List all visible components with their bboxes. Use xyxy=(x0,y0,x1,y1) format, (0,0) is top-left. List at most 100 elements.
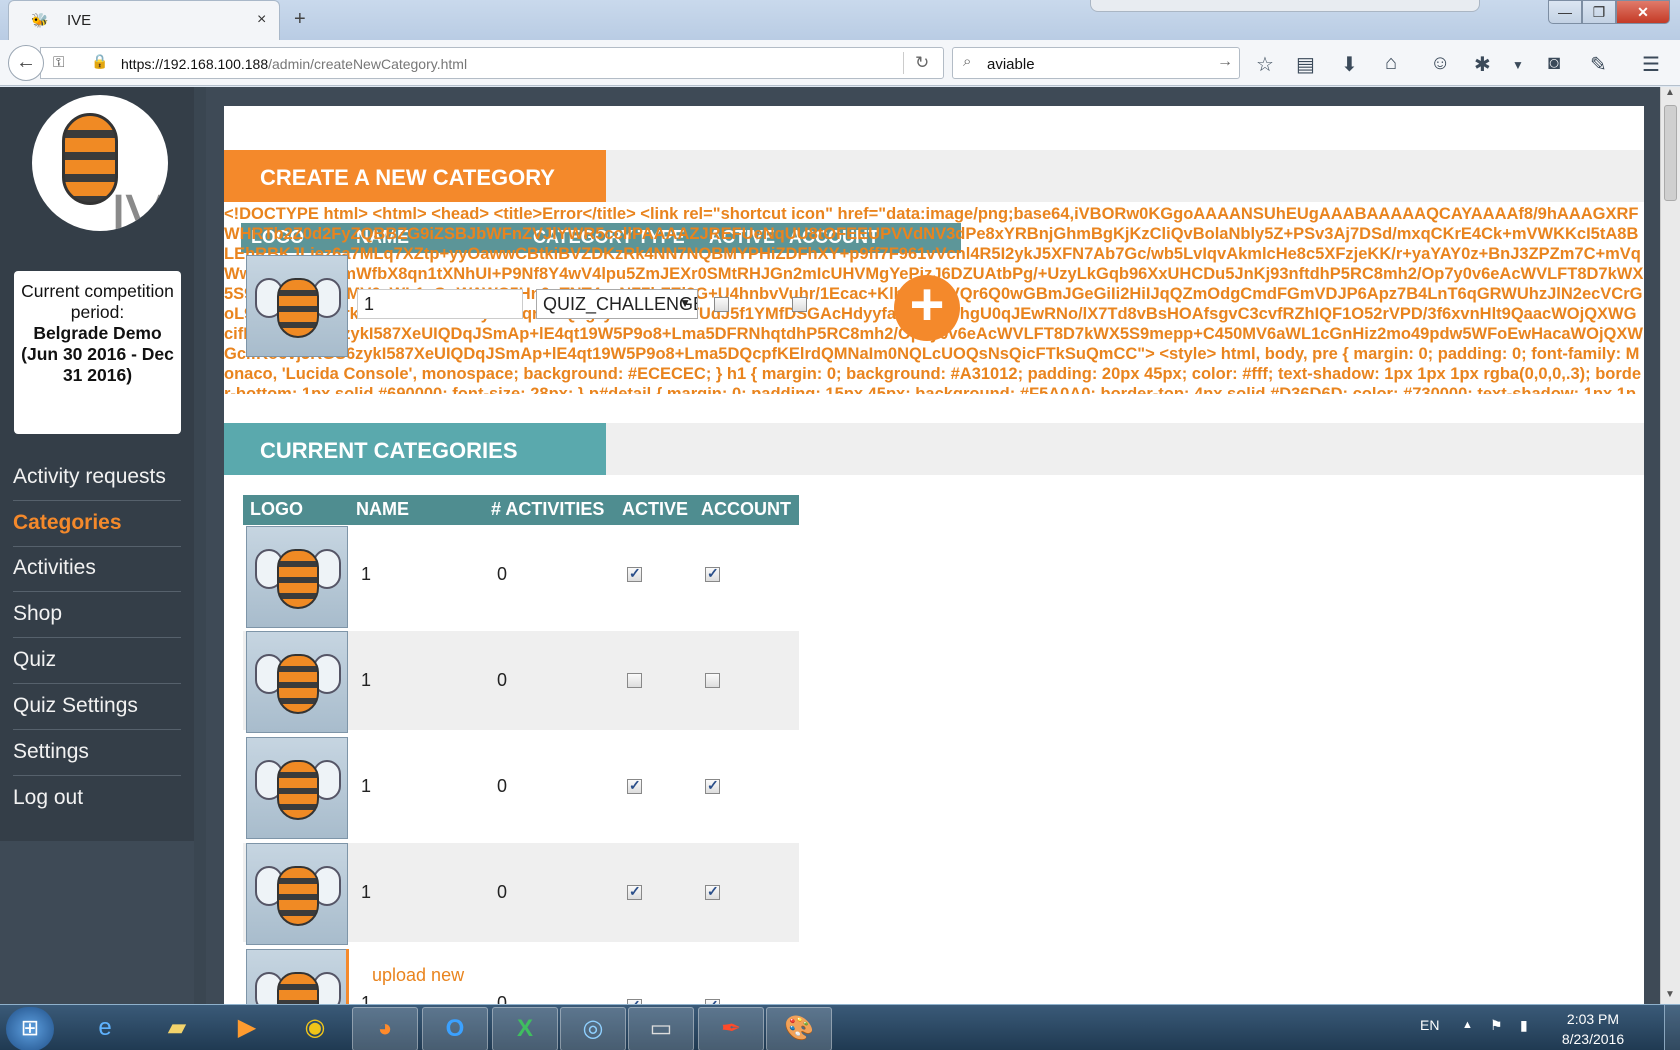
bee-icon xyxy=(277,654,319,714)
col-name: NAME xyxy=(356,499,409,519)
file-explorer-icon[interactable]: ▰ xyxy=(144,1007,210,1050)
nav-activities[interactable]: Activities xyxy=(13,547,181,592)
search-go-icon[interactable]: → xyxy=(1217,53,1233,71)
window-titlebar: 🐝 IVE × + — ❐ ✕ xyxy=(0,0,1680,40)
table-row[interactable]: 1 0 xyxy=(243,843,799,945)
scroll-up-icon[interactable]: ▲ xyxy=(1665,87,1675,98)
url-host: https://192.168.100.188 xyxy=(121,56,269,72)
nav-shop[interactable]: Shop xyxy=(13,593,181,638)
category-type-select[interactable]: QUIZ_CHALLENGE ▼ xyxy=(536,289,698,319)
category-name-input[interactable]: 1 xyxy=(357,289,523,319)
activities-count: 0 xyxy=(497,993,508,1004)
address-bar[interactable]: ⚿ 🔒 https://192.168.100.188/admin/create… xyxy=(40,47,944,79)
media-player-icon[interactable]: ▶ xyxy=(214,1007,280,1050)
category-name: 1 xyxy=(361,882,372,902)
clock-time: 2:03 PM xyxy=(1566,1011,1620,1027)
addon-icon[interactable]: ✎ xyxy=(1590,52,1607,77)
new-account-checkbox[interactable] xyxy=(792,297,807,312)
category-logo-image[interactable] xyxy=(246,843,348,945)
taskbar-clock[interactable]: 2:03 PM 8/23/2016 xyxy=(1548,1009,1638,1049)
nav-activity-requests[interactable]: Activity requests xyxy=(13,456,181,501)
command-prompt-icon[interactable]: ▭ xyxy=(628,1007,694,1050)
account-checkbox[interactable] xyxy=(705,565,720,582)
reload-icon[interactable]: ↻ xyxy=(915,53,929,73)
category-name: 1 xyxy=(361,776,372,796)
tab-close-icon[interactable]: × xyxy=(257,11,266,29)
new-active-checkbox[interactable] xyxy=(714,297,729,312)
active-checkbox[interactable] xyxy=(627,777,642,794)
competition-period-card: Current competition period: Belgrade Dem… xyxy=(14,271,181,434)
category-name: 1 xyxy=(361,993,372,1004)
app-logo[interactable]: IVE xyxy=(32,95,168,231)
category-logo-image[interactable] xyxy=(246,631,348,733)
upload-new-link[interactable]: upload new xyxy=(372,965,464,986)
add-category-button[interactable]: + xyxy=(894,275,960,341)
category-logo-image[interactable] xyxy=(246,526,348,628)
account-checkbox[interactable] xyxy=(705,777,720,794)
page-scrollbar[interactable]: ▲ ▼ xyxy=(1660,87,1680,1004)
search-input[interactable]: ⌕ aviable → xyxy=(952,47,1240,79)
active-checkbox[interactable] xyxy=(627,673,642,688)
table-row[interactable]: 1 0 xyxy=(243,525,799,628)
tray-expand-icon[interactable]: ▲ xyxy=(1462,1019,1473,1031)
categories-table-header: LOGO NAME # ACTIVITIES ACTIVE ACCOUNT xyxy=(243,495,799,525)
table-row[interactable]: 1 0 xyxy=(243,737,799,839)
network-icon[interactable]: ▮ xyxy=(1520,1017,1528,1034)
url-text[interactable]: https://192.168.100.188/admin/createNewC… xyxy=(121,56,467,72)
new-tab-button[interactable]: + xyxy=(294,8,306,31)
activities-count: 0 xyxy=(497,776,508,796)
sidebar: IVE Current competition period: Belgrade… xyxy=(0,87,194,841)
scrollbar-thumb[interactable] xyxy=(1664,105,1677,201)
scroll-down-icon[interactable]: ▼ xyxy=(1665,989,1675,1000)
nav-quiz[interactable]: Quiz xyxy=(13,639,181,684)
clock-date: 8/23/2016 xyxy=(1561,1031,1625,1047)
language-indicator[interactable]: EN xyxy=(1420,1017,1439,1033)
category-logo-image[interactable] xyxy=(246,949,348,1004)
menu-icon[interactable]: ☰ xyxy=(1642,52,1660,77)
new-category-logo-image[interactable] xyxy=(246,255,348,357)
pocket-icon[interactable]: ◙ xyxy=(1548,52,1560,75)
address-divider xyxy=(903,52,904,74)
chevron-down-icon[interactable]: ▼ xyxy=(1512,58,1524,72)
smiley-icon[interactable]: ☺ xyxy=(1430,52,1450,75)
start-button[interactable]: ⊞ xyxy=(6,1007,54,1050)
reading-list-icon[interactable]: ▤ xyxy=(1296,52,1315,77)
extension-bug-icon[interactable]: ✱ xyxy=(1474,52,1491,77)
page-viewport: IVE Current competition period: Belgrade… xyxy=(0,87,1680,1004)
home-icon[interactable]: ⌂ xyxy=(1385,52,1397,75)
active-checkbox[interactable] xyxy=(627,883,642,900)
bee-icon xyxy=(277,760,319,820)
navigation-toolbar: ⚿ 🔒 https://192.168.100.188/admin/create… xyxy=(0,40,1680,86)
lock-icon[interactable]: 🔒 xyxy=(91,53,108,70)
internet-explorer-icon[interactable]: e xyxy=(72,1007,138,1050)
nav-categories[interactable]: Categories xyxy=(13,502,181,547)
table-row-partial[interactable]: 1 0 xyxy=(243,949,799,1004)
active-checkbox[interactable] xyxy=(627,565,642,582)
remote-app-icon[interactable]: ◎ xyxy=(560,1007,626,1050)
paint-icon[interactable]: 🎨 xyxy=(766,1007,832,1050)
back-button[interactable]: ← xyxy=(8,45,44,81)
feather-app-icon[interactable]: ✒ xyxy=(698,1007,764,1050)
show-desktop-button[interactable] xyxy=(1664,1005,1680,1050)
account-checkbox[interactable] xyxy=(705,673,720,688)
maximize-button[interactable]: ❐ xyxy=(1582,0,1616,24)
category-logo-image[interactable] xyxy=(246,737,348,839)
outlook-icon[interactable]: O xyxy=(422,1007,488,1050)
excel-icon[interactable]: X xyxy=(492,1007,558,1050)
close-window-button[interactable]: ✕ xyxy=(1616,0,1670,24)
minimize-button[interactable]: — xyxy=(1548,0,1582,24)
browser-tab[interactable]: 🐝 IVE × xyxy=(8,0,280,40)
nav-settings[interactable]: Settings xyxy=(13,731,181,776)
account-checkbox[interactable] xyxy=(705,883,720,900)
chrome-icon[interactable]: ◉ xyxy=(282,1007,348,1050)
bookmark-star-icon[interactable]: ☆ xyxy=(1256,52,1274,77)
key-icon[interactable]: ⚿ xyxy=(53,54,64,71)
firefox-icon[interactable]: ◕ xyxy=(352,1007,418,1050)
table-row[interactable]: 1 0 xyxy=(243,631,799,733)
nav-quiz-settings[interactable]: Quiz Settings xyxy=(13,685,181,730)
download-icon[interactable]: ⬇ xyxy=(1341,52,1358,77)
flag-icon[interactable]: ⚑ xyxy=(1490,1017,1503,1034)
nav-log-out[interactable]: Log out xyxy=(13,777,181,822)
search-icon: ⌕ xyxy=(963,53,972,70)
col-logo: LOGO xyxy=(250,499,303,519)
